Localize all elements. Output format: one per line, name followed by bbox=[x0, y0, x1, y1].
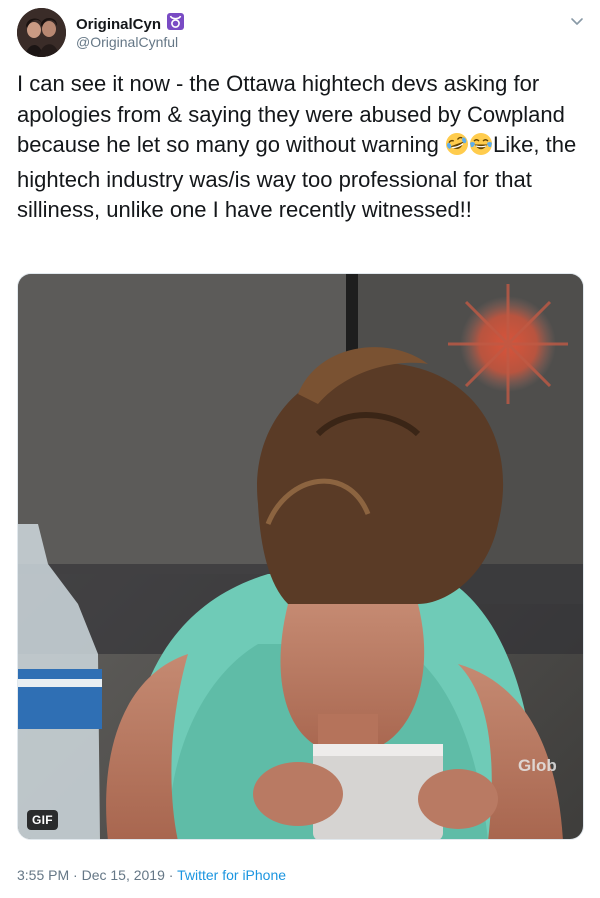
tweet-card: OriginalCyn @OriginalCynful I can see it… bbox=[0, 0, 600, 898]
tweet-meta: 3:55 PM · Dec 15, 2019 · Twitter for iPh… bbox=[17, 867, 286, 883]
display-name[interactable]: OriginalCyn bbox=[76, 16, 161, 33]
gif-badge: GIF bbox=[27, 810, 58, 830]
chevron-down-icon[interactable] bbox=[570, 14, 584, 28]
tweet-text: I can see it now - the Ottawa hightech d… bbox=[17, 69, 585, 226]
user-handle[interactable]: @OriginalCynful bbox=[76, 34, 178, 50]
meta-separator: · bbox=[73, 867, 78, 883]
taurus-badge-icon bbox=[167, 13, 185, 35]
meta-separator: · bbox=[168, 867, 174, 883]
tweet-source-link[interactable]: Twitter for iPhone bbox=[177, 867, 286, 883]
tweet-date[interactable]: Dec 15, 2019 bbox=[82, 867, 165, 883]
tweet-time[interactable]: 3:55 PM bbox=[17, 867, 69, 883]
tears-of-joy-emoji-icon bbox=[469, 132, 493, 165]
user-name-row: OriginalCyn bbox=[76, 13, 185, 35]
avatar[interactable] bbox=[17, 8, 66, 57]
rofl-emoji-icon bbox=[445, 132, 469, 165]
gif-media[interactable]: Glob GIF bbox=[17, 273, 584, 840]
gif-frame-image: Glob bbox=[18, 274, 583, 839]
watermark-text: Glob bbox=[518, 756, 557, 775]
